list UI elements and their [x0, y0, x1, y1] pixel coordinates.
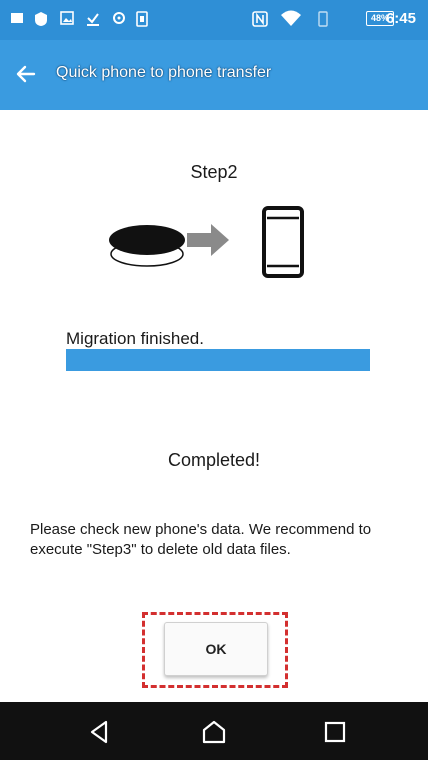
nfc-icon [252, 11, 268, 27]
recents-icon[interactable] [322, 719, 348, 745]
progress-bar [66, 349, 370, 371]
completed-label: Completed! [167, 450, 261, 470]
page-title: Quick phone to phone transfer [56, 64, 272, 81]
step-title: Step2 [190, 162, 238, 182]
clock: 6:45 [385, 10, 416, 27]
image-icon [60, 11, 74, 25]
back-arrow-icon[interactable] [14, 62, 38, 86]
migration-status: Migration finished. [66, 329, 204, 348]
arrow-right-icon [187, 224, 229, 256]
vibrate-icon [318, 11, 328, 27]
notification-icon [11, 13, 23, 23]
settings-icon [113, 12, 125, 24]
download-icon [87, 13, 99, 26]
disc-icon [109, 225, 185, 267]
progress-fill [66, 349, 370, 371]
transfer-illustration [109, 206, 304, 278]
wifi-icon [281, 10, 301, 26]
phone-icon [262, 206, 304, 278]
home-icon[interactable] [201, 719, 227, 745]
ok-button[interactable]: OK [164, 622, 268, 676]
app-bar: Quick phone to phone transfer [0, 40, 428, 110]
navigation-bar [0, 702, 428, 760]
back-triangle-icon[interactable] [86, 719, 112, 745]
info-message: Please check new phone's data. We recomm… [30, 521, 372, 558]
shield-icon [35, 12, 47, 26]
status-bar: 48% 6:45 [0, 0, 428, 40]
sim-icon [136, 11, 148, 27]
